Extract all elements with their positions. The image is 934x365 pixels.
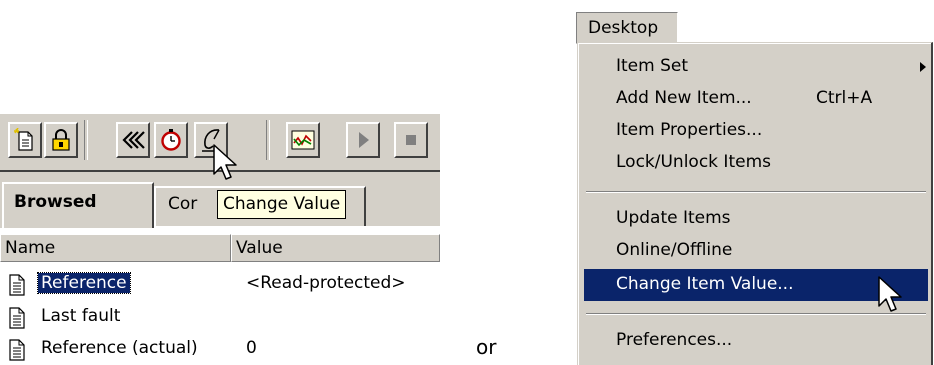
menu-item-label: Online/Offline — [616, 240, 733, 260]
lock-icon — [52, 129, 70, 151]
timer-icon — [161, 129, 181, 151]
rewind-icon — [122, 131, 145, 149]
trend-chart-icon — [291, 130, 315, 150]
tooltip: Change Value — [217, 190, 347, 219]
row-value: 0 — [246, 338, 257, 358]
row-name: Reference — [37, 272, 131, 294]
document-icon — [9, 307, 25, 329]
menu-item-lock-unlock[interactable]: Lock/Unlock Items — [584, 147, 928, 179]
or-label: or — [476, 335, 497, 359]
column-header-name[interactable]: Name — [0, 234, 231, 262]
menu-item-preferences[interactable]: Preferences... — [584, 325, 928, 357]
menu-item-update-items[interactable]: Update Items — [584, 203, 928, 235]
list-row[interactable]: Reference (actual) 0 — [0, 336, 440, 364]
menubar-desktop[interactable]: Desktop — [576, 12, 678, 44]
stop-button[interactable] — [394, 122, 428, 158]
menu-item-label: Add New Item... — [616, 88, 752, 108]
list-header: Name Value — [0, 234, 440, 262]
menu-item-item-set[interactable]: Item Set — [584, 51, 928, 83]
menu-item-label: Item Properties... — [616, 120, 763, 140]
menu-separator — [586, 191, 926, 193]
list-row[interactable]: Last fault — [0, 304, 440, 332]
new-item-icon — [14, 128, 33, 151]
submenu-arrow-icon — [920, 62, 926, 72]
new-item-button[interactable] — [8, 122, 42, 158]
document-icon — [9, 339, 25, 361]
mouse-cursor-icon — [878, 276, 902, 312]
tab-browsed[interactable]: Browsed — [2, 182, 154, 228]
menu-item-item-properties[interactable]: Item Properties... — [584, 115, 928, 147]
row-name: Last fault — [41, 306, 121, 326]
menu-item-label: Update Items — [616, 208, 731, 228]
column-header-value[interactable]: Value — [231, 234, 440, 262]
desktop-menu: Item Set Add New Item... Ctrl+A Item Pro… — [577, 42, 933, 365]
mouse-cursor-icon — [213, 144, 237, 180]
lock-button[interactable] — [44, 122, 78, 158]
menu-item-label: Preferences... — [616, 330, 733, 350]
menu-item-label: Change Item Value... — [616, 274, 794, 294]
document-icon — [9, 274, 25, 296]
menu-item-add-new-item[interactable]: Add New Item... Ctrl+A — [584, 83, 928, 115]
menu-item-online-offline[interactable]: Online/Offline — [584, 235, 928, 267]
menu-separator — [586, 313, 926, 315]
stop-icon — [406, 135, 416, 145]
play-button[interactable] — [346, 122, 380, 158]
trend-button[interactable] — [286, 122, 320, 158]
row-name: Reference (actual) — [41, 338, 198, 358]
row-value: <Read-protected> — [246, 273, 406, 293]
list-row[interactable]: Reference <Read-protected> — [0, 271, 440, 299]
menu-item-label: Item Set — [616, 56, 689, 76]
menu-item-label: Lock/Unlock Items — [616, 152, 771, 172]
rewind-button[interactable] — [116, 122, 150, 158]
play-icon — [359, 132, 369, 148]
timer-button[interactable] — [154, 122, 188, 158]
menu-item-shortcut: Ctrl+A — [816, 88, 873, 108]
